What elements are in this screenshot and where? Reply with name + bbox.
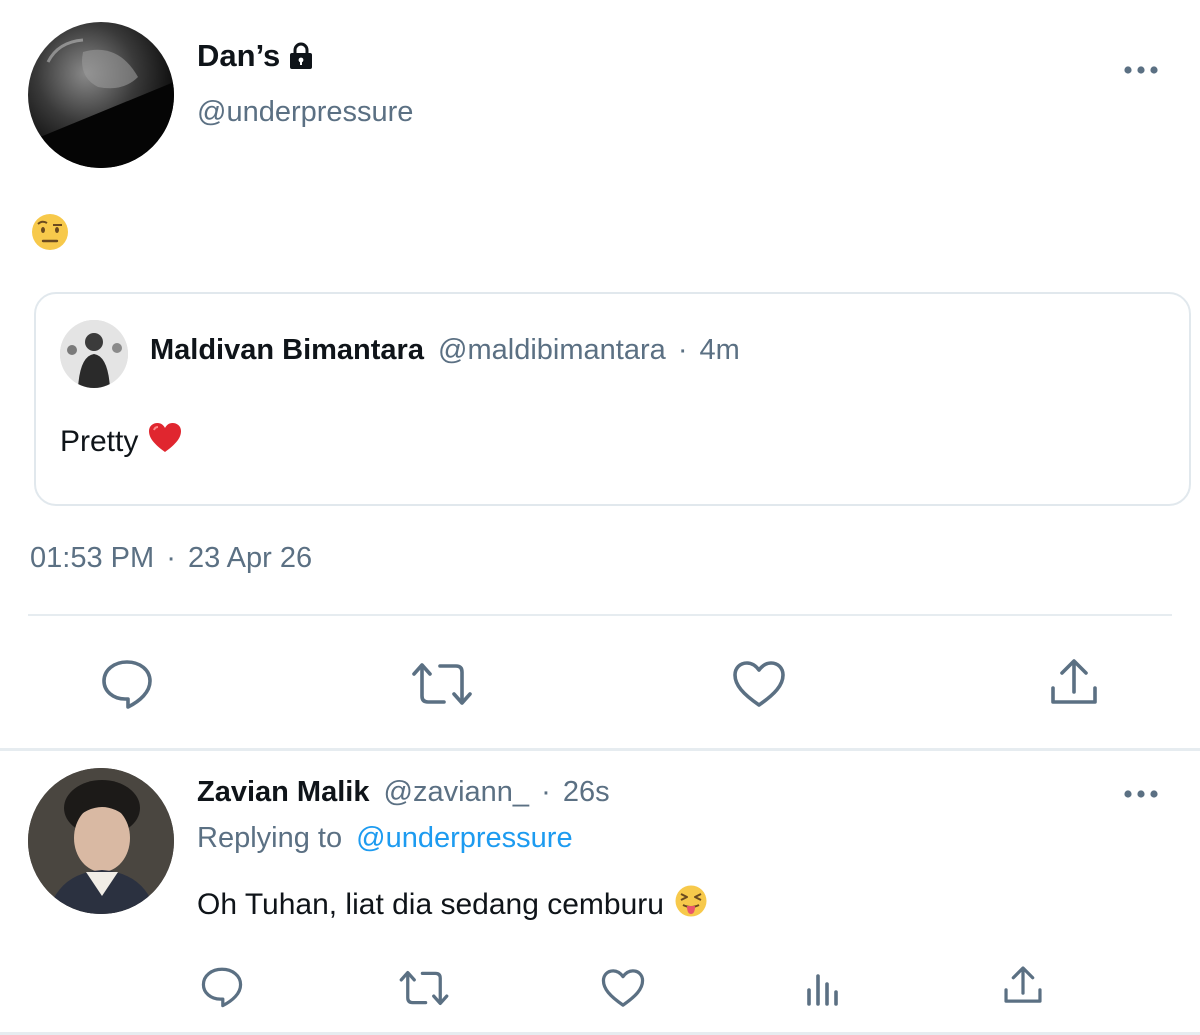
share-icon[interactable] [1048, 656, 1100, 708]
reply-icon[interactable] [200, 966, 244, 1008]
replying-to: Replying to @underpressure [197, 822, 573, 855]
like-icon[interactable] [732, 660, 786, 708]
retweet-icon[interactable] [410, 660, 474, 708]
replying-to-handle-link[interactable]: @underpressure [356, 822, 572, 854]
retweet-icon[interactable] [398, 968, 450, 1008]
author-avatar[interactable] [28, 22, 174, 168]
more-options-icon[interactable] [1122, 60, 1162, 80]
quote-author-avatar[interactable] [60, 320, 128, 388]
author-name-row[interactable]: Dan’s [197, 38, 316, 74]
more-options-icon[interactable] [1122, 784, 1162, 804]
reply-text: Oh Tuhan, liat dia sedang cemburu [197, 888, 664, 921]
quote-time[interactable]: 4m [700, 334, 740, 366]
quote-text: Pretty [60, 425, 139, 458]
reply-author-avatar[interactable] [28, 768, 174, 914]
reply-header: Zavian Malik @zaviann_ · 26s [197, 776, 610, 809]
like-icon[interactable] [601, 968, 645, 1008]
quote-separator: · [677, 334, 688, 366]
reply-display-name[interactable]: Zavian Malik [197, 776, 369, 808]
quote-handle[interactable]: @maldibimantara [438, 334, 666, 366]
reply-separator: · [541, 776, 551, 808]
tweet-timestamp[interactable]: 01:53 PM · 23 Apr 26 [30, 542, 312, 575]
squinting-face-with-tongue-emoji [674, 884, 708, 926]
share-icon[interactable] [1002, 964, 1044, 1006]
replying-to-label: Replying to [197, 822, 343, 854]
reply-text-row: Oh Tuhan, liat dia sedang cemburu [197, 884, 708, 926]
lock-icon [286, 41, 316, 71]
reply-time[interactable]: 26s [563, 776, 610, 808]
analytics-icon[interactable] [804, 966, 844, 1006]
reply-icon[interactable] [100, 658, 154, 710]
quote-display-name[interactable]: Maldivan Bimantara [150, 334, 424, 366]
quote-text-row: Pretty [60, 422, 182, 462]
author-display-name: Dan’s [197, 38, 281, 73]
divider [0, 748, 1200, 751]
timestamp-date: 23 Apr 26 [187, 542, 313, 574]
divider [28, 614, 1172, 616]
quote-header: Maldivan Bimantara @maldibimantara · 4m [150, 334, 740, 367]
quote-tweet-card[interactable]: Maldivan Bimantara @maldibimantara · 4m … [34, 292, 1191, 506]
face-with-raised-eyebrow-emoji [30, 212, 70, 257]
timestamp-separator: · [166, 542, 176, 574]
author-handle[interactable]: @underpressure [197, 96, 413, 129]
timestamp-time: 01:53 PM [30, 542, 155, 574]
reply-handle[interactable]: @zaviann_ [384, 776, 530, 808]
red-heart-emoji [148, 422, 182, 462]
